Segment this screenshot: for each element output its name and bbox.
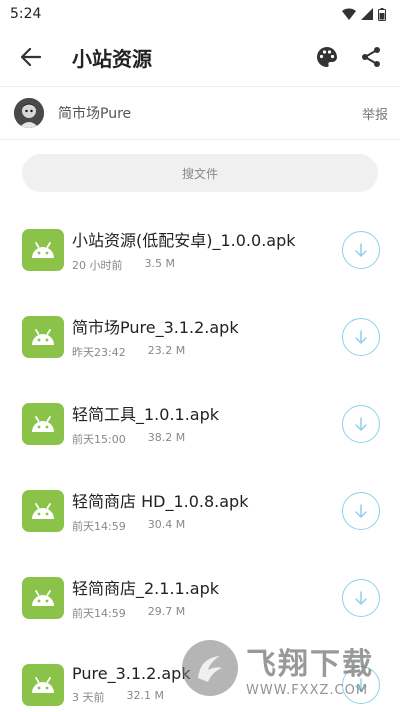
download-button[interactable] <box>342 317 380 356</box>
uploader-row[interactable]: 简市场Pure 举报 <box>0 87 400 139</box>
palette-icon <box>317 47 337 67</box>
page-title: 小站资源 <box>72 46 152 71</box>
file-name: Pure_3.1.2.apk <box>72 664 191 683</box>
file-info: 轻简商店_2.1.1.apk 前天14:59 29.7 M <box>72 575 342 621</box>
file-time: 3 天前 <box>72 691 105 704</box>
theme-button[interactable] <box>312 42 342 72</box>
file-time: 前天15:00 <box>72 432 126 446</box>
file-size: 30.4 M <box>147 517 186 531</box>
back-button[interactable] <box>18 44 44 70</box>
file-meta: 前天15:00 38.2 M <box>72 431 342 447</box>
file-name: 简市场Pure_3.1.2.apk <box>72 317 239 337</box>
arrow-back-icon <box>21 48 41 66</box>
file-name: 轻简商店_2.1.1.apk <box>72 578 220 598</box>
status-time: 5:24 <box>10 6 42 22</box>
list-item[interactable]: 小站资源(低配安卓)_1.0.0.apk 20 小时前 3.5 M <box>0 206 400 293</box>
android-icon <box>22 402 64 445</box>
uploader-name[interactable]: 简市场Pure <box>58 103 362 123</box>
file-meta: 前天14:59 30.4 M <box>72 518 342 534</box>
file-meta: 20 小时前 3.5 M <box>72 257 342 273</box>
file-name: 轻简工具_1.0.1.apk <box>72 404 220 424</box>
file-info: 小站资源(低配安卓)_1.0.0.apk 20 小时前 3.5 M <box>72 227 342 273</box>
android-icon <box>22 315 64 358</box>
list-item[interactable]: 简市场Pure_3.1.2.apk 昨天23:42 23.2 M <box>0 293 400 380</box>
download-button[interactable] <box>342 578 380 617</box>
status-icons <box>342 7 386 21</box>
file-size: 3.5 M <box>144 256 175 270</box>
list-item[interactable]: 轻简商店 HD_1.0.8.apk 前天14:59 30.4 M <box>0 467 400 554</box>
file-time: 20 小时前 <box>72 258 123 272</box>
file-meta: 前天14:59 29.7 M <box>72 605 342 621</box>
search-input[interactable]: 搜文件 <box>22 154 378 192</box>
file-info: 简市场Pure_3.1.2.apk 昨天23:42 23.2 M <box>72 314 342 360</box>
file-size: 29.7 M <box>147 604 186 618</box>
share-button[interactable] <box>356 42 386 72</box>
report-button[interactable]: 举报 <box>362 104 388 123</box>
list-item[interactable]: Pure_3.1.2.apk 3 天前 32.1 M <box>0 641 400 712</box>
avatar-icon <box>14 98 44 128</box>
search-container: 搜文件 <box>0 140 400 198</box>
download-button[interactable] <box>342 665 380 704</box>
status-bar: 5:24 <box>0 0 400 28</box>
file-size: 38.2 M <box>147 430 186 444</box>
battery-icon <box>378 7 386 21</box>
download-icon <box>355 677 367 692</box>
share-icon <box>362 47 380 67</box>
android-icon <box>22 663 64 706</box>
download-button[interactable] <box>342 404 380 443</box>
android-icon <box>22 576 64 619</box>
download-icon <box>355 503 367 518</box>
list-item[interactable]: 轻简商店_2.1.1.apk 前天14:59 29.7 M <box>0 554 400 641</box>
file-time: 前天14:59 <box>72 606 126 620</box>
file-size: 32.1 M <box>126 689 164 702</box>
file-name: 轻简商店 HD_1.0.8.apk <box>72 491 249 511</box>
android-icon <box>22 228 64 271</box>
list-item[interactable]: 轻简工具_1.0.1.apk 前天15:00 38.2 M <box>0 380 400 467</box>
android-icon <box>22 489 64 532</box>
signal-icon <box>361 8 373 20</box>
app-bar: 小站资源 <box>0 28 400 86</box>
download-icon <box>355 329 367 344</box>
avatar[interactable] <box>14 98 44 128</box>
file-meta: 昨天23:42 23.2 M <box>72 344 342 360</box>
file-list: 小站资源(低配安卓)_1.0.0.apk 20 小时前 3.5 M 简市场Pure… <box>0 206 400 712</box>
download-button[interactable] <box>342 491 380 530</box>
file-info: 轻简工具_1.0.1.apk 前天15:00 38.2 M <box>72 401 342 447</box>
download-icon <box>355 590 367 605</box>
wifi-icon <box>342 8 356 20</box>
file-size: 23.2 M <box>147 343 186 357</box>
file-meta: 3 天前 32.1 M <box>72 689 342 705</box>
file-time: 前天14:59 <box>72 519 126 533</box>
file-time: 昨天23:42 <box>72 345 126 359</box>
file-info: 轻简商店 HD_1.0.8.apk 前天14:59 30.4 M <box>72 488 342 534</box>
download-icon <box>355 416 367 431</box>
download-button[interactable] <box>342 230 380 269</box>
file-info: Pure_3.1.2.apk 3 天前 32.1 M <box>72 664 342 705</box>
download-icon <box>355 242 367 257</box>
file-name: 小站资源(低配安卓)_1.0.0.apk <box>72 230 296 250</box>
